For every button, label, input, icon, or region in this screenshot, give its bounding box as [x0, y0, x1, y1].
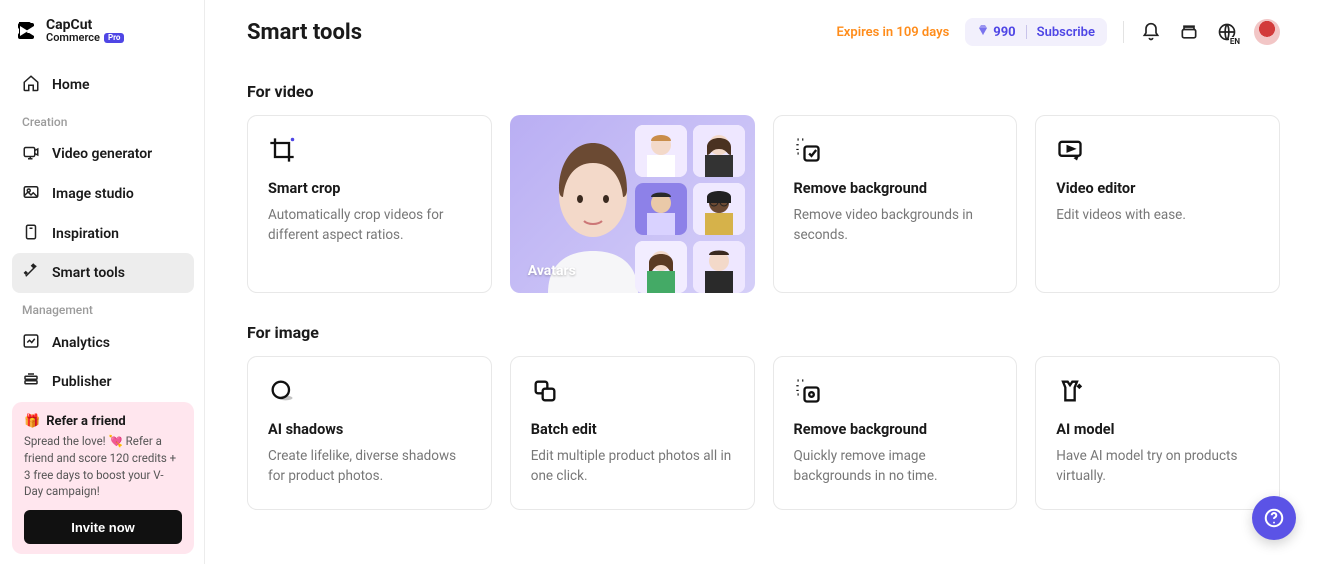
page-title: Smart tools	[247, 20, 362, 45]
expiry-badge: Expires in 109 days	[836, 25, 949, 40]
section-title-image: For image	[247, 323, 1280, 342]
credits-chip[interactable]: 990 Subscribe	[965, 18, 1107, 46]
brand-subname: Commerce	[46, 32, 100, 43]
card-title: Remove background	[794, 180, 997, 197]
video-editor-icon	[1056, 136, 1084, 164]
subscribe-link[interactable]: Subscribe	[1037, 25, 1095, 40]
user-avatar[interactable]	[1254, 19, 1280, 45]
card-desc: Automatically crop videos for different …	[268, 205, 471, 246]
sidebar-item-label: Analytics	[52, 335, 110, 351]
image-card-row: AI shadows Create lifelike, diverse shad…	[247, 356, 1280, 510]
card-desc: Have AI model try on products virtually.	[1056, 446, 1259, 487]
language-code: EN	[1229, 37, 1241, 46]
card-title: Smart crop	[268, 180, 471, 197]
sidebar-item-label: Image studio	[52, 186, 134, 202]
publisher-icon	[22, 371, 40, 393]
invite-title: Refer a friend	[46, 414, 126, 429]
card-batch-edit[interactable]: Batch edit Edit multiple product photos …	[510, 356, 755, 510]
sidebar-item-label: Home	[52, 77, 90, 93]
credits-value: 990	[993, 25, 1015, 40]
avatar-thumb	[635, 125, 687, 177]
card-ai-model[interactable]: AI model Have AI model try on products v…	[1035, 356, 1280, 510]
invite-button[interactable]: Invite now	[24, 510, 182, 544]
card-ai-shadows[interactable]: AI shadows Create lifelike, diverse shad…	[247, 356, 492, 510]
sidebar-item-label: Inspiration	[52, 226, 119, 242]
main-content: Smart tools Expires in 109 days 990 Subs…	[205, 0, 1320, 564]
batch-edit-icon	[531, 377, 559, 405]
remove-bg-icon	[794, 136, 822, 164]
sidebar: CapCut Commerce Pro Home Creation Video …	[0, 0, 205, 564]
card-title: Batch edit	[531, 421, 734, 438]
diamond-icon	[977, 24, 989, 40]
wallet-icon[interactable]	[1178, 21, 1200, 43]
avatar-thumb	[693, 241, 745, 293]
card-title: Remove background	[794, 421, 997, 438]
sidebar-item-analytics[interactable]: Analytics	[12, 323, 194, 363]
card-desc: Remove video backgrounds in seconds.	[794, 205, 997, 246]
video-card-row: Smart crop Automatically crop videos for…	[247, 115, 1280, 293]
home-icon	[22, 74, 40, 96]
sidebar-item-image-studio[interactable]: Image studio	[12, 174, 194, 214]
card-avatars-promo[interactable]: Avatars	[510, 115, 755, 293]
avatar-thumb	[635, 183, 687, 235]
sidebar-item-label: Publisher	[52, 374, 112, 390]
card-title: AI model	[1056, 421, 1259, 438]
smart-crop-icon	[268, 136, 296, 164]
sidebar-item-label: Video generator	[52, 146, 152, 162]
avatar-thumb	[693, 183, 745, 235]
image-studio-icon	[22, 183, 40, 205]
avatar-thumb	[635, 241, 687, 293]
capcut-logo-icon	[16, 19, 40, 43]
brand-logo[interactable]: CapCut Commerce Pro	[12, 18, 194, 43]
card-video-editor[interactable]: Video editor Edit videos with ease.	[1035, 115, 1280, 293]
card-remove-bg-video[interactable]: Remove background Remove video backgroun…	[773, 115, 1018, 293]
sidebar-item-video-generator[interactable]: Video generator	[12, 135, 194, 175]
inspiration-icon	[22, 223, 40, 245]
language-icon[interactable]: EN	[1216, 21, 1238, 43]
section-title-video: For video	[247, 82, 1280, 101]
card-desc: Quickly remove image backgrounds in no t…	[794, 446, 997, 487]
heart-icon: 💘	[109, 434, 123, 448]
sidebar-item-smart-tools[interactable]: Smart tools	[12, 253, 194, 293]
card-desc: Edit multiple product photos all in one …	[531, 446, 734, 487]
card-desc: Edit videos with ease.	[1056, 205, 1259, 225]
avatar-thumb	[693, 125, 745, 177]
card-title: Video editor	[1056, 180, 1259, 197]
header: Smart tools Expires in 109 days 990 Subs…	[247, 18, 1280, 46]
help-fab[interactable]	[1252, 496, 1296, 540]
card-smart-crop[interactable]: Smart crop Automatically crop videos for…	[247, 115, 492, 293]
header-actions: Expires in 109 days 990 Subscribe EN	[836, 18, 1280, 46]
invite-description: Spread the love! 💘 Refer a friend and sc…	[24, 433, 182, 500]
pro-badge: Pro	[104, 33, 124, 43]
sidebar-item-home[interactable]: Home	[12, 65, 194, 105]
video-generator-icon	[22, 143, 40, 165]
ai-shadows-icon	[268, 377, 296, 405]
smart-tools-icon	[22, 262, 40, 284]
brand-name: CapCut	[46, 18, 124, 32]
sidebar-item-inspiration[interactable]: Inspiration	[12, 214, 194, 254]
sidebar-item-label: Smart tools	[52, 265, 125, 281]
analytics-icon	[22, 332, 40, 354]
promo-label: Avatars	[528, 263, 576, 279]
card-title: AI shadows	[268, 421, 471, 438]
bell-icon[interactable]	[1140, 21, 1162, 43]
sidebar-section-creation: Creation	[12, 105, 194, 135]
sidebar-section-management: Management	[12, 293, 194, 323]
remove-bg-icon	[794, 377, 822, 405]
card-desc: Create lifelike, diverse shadows for pro…	[268, 446, 471, 487]
sidebar-item-publisher[interactable]: Publisher	[12, 363, 194, 403]
invite-card: 🎁 Refer a friend Spread the love! 💘 Refe…	[12, 402, 194, 554]
gift-icon: 🎁	[24, 414, 40, 429]
card-remove-bg-image[interactable]: Remove background Quickly remove image b…	[773, 356, 1018, 510]
avatar-thumbnail-grid	[635, 125, 745, 293]
ai-model-icon	[1056, 377, 1084, 405]
